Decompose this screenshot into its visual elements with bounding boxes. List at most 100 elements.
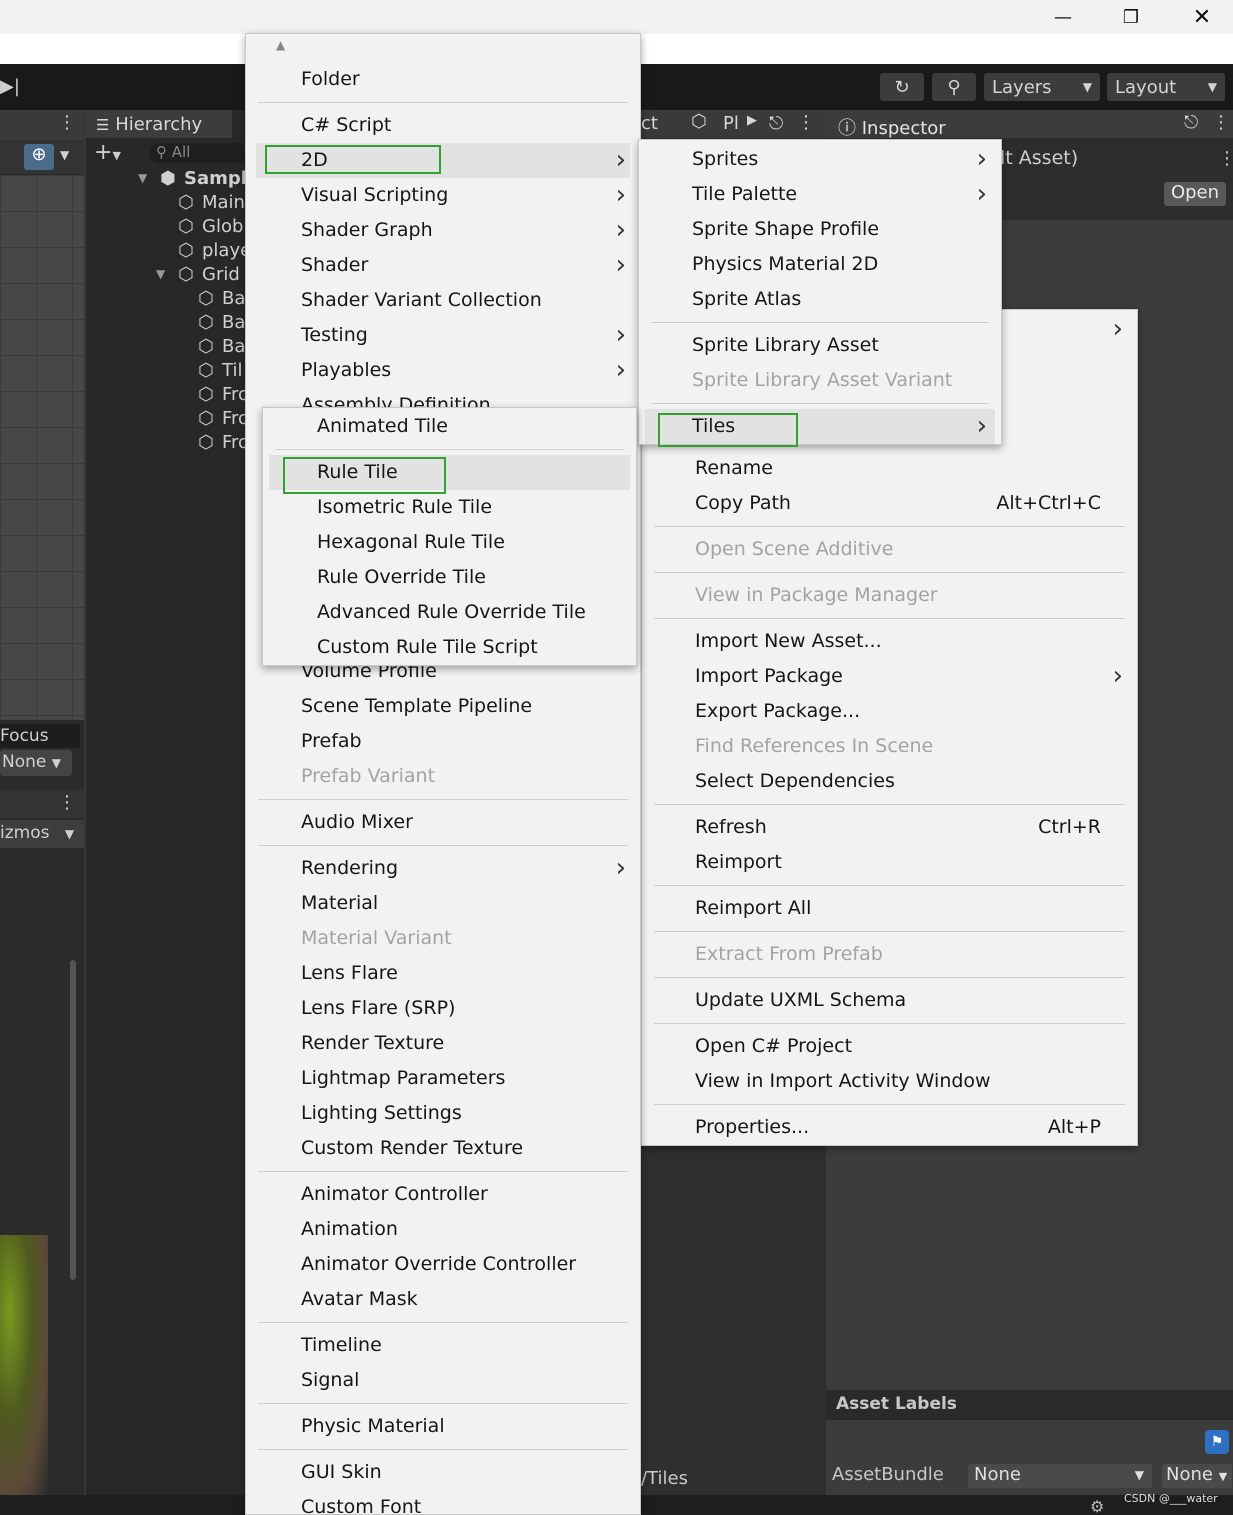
- tab-package-label[interactable]: Pl: [723, 113, 739, 134]
- menu-item-rename[interactable]: Rename: [642, 451, 1137, 486]
- menu-item-avatar-mask[interactable]: Avatar Mask: [246, 1282, 640, 1317]
- hierarchy-item[interactable]: ▼ ⬡ Grid: [86, 264, 246, 288]
- menu-item-export-package[interactable]: Export Package...: [642, 694, 1137, 729]
- menu-item-sprite-atlas[interactable]: Sprite Atlas: [639, 282, 1001, 317]
- more-icon[interactable]: ⋮: [58, 112, 76, 133]
- more-icon[interactable]: ⋮: [58, 792, 76, 813]
- menu-item-animator-controller[interactable]: Animator Controller: [246, 1177, 640, 1212]
- menu-item-sprite-shape-profile[interactable]: Sprite Shape Profile: [639, 212, 1001, 247]
- gizmo-icon[interactable]: ⊕: [24, 144, 54, 170]
- hierarchy-item[interactable]: ⬡ Til: [86, 360, 246, 384]
- menu-item-reimport[interactable]: Reimport: [642, 845, 1137, 880]
- hierarchy-item[interactable]: ⬡ Fro: [86, 432, 246, 456]
- chevron-down-icon[interactable]: ▼: [60, 148, 69, 162]
- menu-item-signal[interactable]: Signal: [246, 1363, 640, 1398]
- menu-item-select-dependencies[interactable]: Select Dependencies: [642, 764, 1137, 799]
- menu-item-advanced-rule-override-tile[interactable]: Advanced Rule Override Tile: [263, 595, 636, 630]
- menu-item-reimport-all[interactable]: Reimport All: [642, 891, 1137, 926]
- search-icon[interactable]: ⚲: [932, 73, 976, 101]
- hierarchy-item[interactable]: ▼ ⬢ Sample: [86, 168, 246, 192]
- menu-item-lens-flare[interactable]: Lens Flare: [246, 956, 640, 991]
- menu-item-tiles[interactable]: Tiles ›: [639, 409, 1001, 444]
- close-icon[interactable]: ✕: [1172, 0, 1232, 34]
- more-icon[interactable]: ⋮: [1218, 148, 1233, 169]
- tag-icon[interactable]: ⚑: [1205, 1430, 1229, 1454]
- variant-dropdown[interactable]: None ▼: [1162, 1464, 1232, 1488]
- assetbundle-dropdown[interactable]: None ▼: [968, 1464, 1152, 1488]
- menu-item-scene-template-pipeline[interactable]: Scene Template Pipeline: [246, 689, 640, 724]
- more-icon[interactable]: ⋮: [1212, 112, 1230, 133]
- menu-item-testing[interactable]: Testing ›: [246, 318, 640, 353]
- menu-item-isometric-rule-tile[interactable]: Isometric Rule Tile: [263, 490, 636, 525]
- tab-inspector[interactable]: ⓘ Inspector: [826, 110, 966, 139]
- tab-hierarchy[interactable]: ☰ Hierarchy: [86, 110, 232, 138]
- menu-item-update-uxml-schema[interactable]: Update UXML Schema: [642, 983, 1137, 1018]
- chevron-down-icon[interactable]: ▼: [138, 171, 147, 185]
- menu-item-import-package[interactable]: Import Package ›: [642, 659, 1137, 694]
- menu-item-rule-tile[interactable]: Rule Tile: [263, 455, 636, 490]
- menu-item-animator-override-controller[interactable]: Animator Override Controller: [246, 1247, 640, 1282]
- menu-item-visual-scripting[interactable]: Visual Scripting ›: [246, 178, 640, 213]
- menu-item-sprites[interactable]: Sprites ›: [639, 142, 1001, 177]
- history-icon[interactable]: ↻: [880, 73, 924, 101]
- menu-item-view-in-import-activity-window[interactable]: View in Import Activity Window: [642, 1064, 1137, 1099]
- menu-item-animated-tile[interactable]: Animated Tile: [263, 409, 636, 444]
- open-button[interactable]: Open: [1164, 182, 1226, 206]
- menu-item-lightmap-parameters[interactable]: Lightmap Parameters: [246, 1061, 640, 1096]
- menu-item-copy-path[interactable]: Copy Path Alt+Ctrl+C: [642, 486, 1137, 521]
- hierarchy-item[interactable]: ⬡ Ba: [86, 312, 246, 336]
- add-icon[interactable]: +▼: [94, 140, 121, 165]
- menu-item-physics-material-2d[interactable]: Physics Material 2D: [639, 247, 1001, 282]
- menu-item-lighting-settings[interactable]: Lighting Settings: [246, 1096, 640, 1131]
- chevron-right-icon[interactable]: ▶: [747, 113, 757, 128]
- hierarchy-search-input[interactable]: ⚲ All: [150, 143, 246, 163]
- menu-item-animation[interactable]: Animation: [246, 1212, 640, 1247]
- menu-item-material[interactable]: Material: [246, 886, 640, 921]
- step-icon[interactable]: ▶|: [0, 76, 20, 97]
- hierarchy-item[interactable]: ⬡ Fro: [86, 408, 246, 432]
- scrollbar[interactable]: [70, 960, 76, 1280]
- menu-item-tile-palette[interactable]: Tile Palette ›: [639, 177, 1001, 212]
- menu-item-gui-skin[interactable]: GUI Skin: [246, 1455, 640, 1490]
- minimize-icon[interactable]: —: [1033, 0, 1093, 34]
- menu-item-refresh[interactable]: Refresh Ctrl+R: [642, 810, 1137, 845]
- menu-item-custom-render-texture[interactable]: Custom Render Texture: [246, 1131, 640, 1166]
- menu-item-audio-mixer[interactable]: Audio Mixer: [246, 805, 640, 840]
- lock-icon[interactable]: ⎋: [1184, 112, 1198, 133]
- more-icon[interactable]: ⋮: [797, 112, 815, 133]
- menu-item-2d[interactable]: 2D ›: [246, 143, 640, 178]
- gizmos-dropdown[interactable]: izmos ▼: [0, 820, 84, 848]
- hierarchy-item[interactable]: ⬡ Main: [86, 192, 246, 216]
- menu-item-shader-graph[interactable]: Shader Graph ›: [246, 213, 640, 248]
- scroll-up-arrow[interactable]: ▲: [246, 34, 640, 62]
- menu-item-physic-material[interactable]: Physic Material: [246, 1409, 640, 1444]
- scene-grid[interactable]: [0, 175, 84, 720]
- tab-project[interactable]: ct: [641, 113, 658, 134]
- layers-dropdown[interactable]: Layers ▼: [984, 73, 1100, 101]
- menu-item-custom-rule-tile-script[interactable]: Custom Rule Tile Script: [263, 630, 636, 665]
- menu-item-render-texture[interactable]: Render Texture: [246, 1026, 640, 1061]
- menu-item-c-script[interactable]: C# Script: [246, 108, 640, 143]
- menu-item-prefab[interactable]: Prefab: [246, 724, 640, 759]
- hierarchy-item[interactable]: ⬡ Ba: [86, 336, 246, 360]
- hierarchy-item[interactable]: ⬡ Ba: [86, 288, 246, 312]
- chevron-down-icon[interactable]: ▼: [156, 267, 165, 281]
- menu-item-lens-flare-srp[interactable]: Lens Flare (SRP): [246, 991, 640, 1026]
- layout-dropdown[interactable]: Layout ▼: [1107, 73, 1225, 101]
- menu-item-folder[interactable]: Folder: [246, 62, 640, 97]
- menu-item-custom-font[interactable]: Custom Font: [246, 1490, 640, 1515]
- menu-item-playables[interactable]: Playables ›: [246, 353, 640, 388]
- menu-item-rule-override-tile[interactable]: Rule Override Tile: [263, 560, 636, 595]
- hierarchy-item[interactable]: ⬡ Fro: [86, 384, 246, 408]
- menu-item-shader[interactable]: Shader ›: [246, 248, 640, 283]
- hierarchy-item[interactable]: ⬡ playe: [86, 240, 246, 264]
- menu-item-open-c-project[interactable]: Open C# Project: [642, 1029, 1137, 1064]
- hierarchy-item[interactable]: ⬡ Glob: [86, 216, 246, 240]
- focus-dropdown[interactable]: None ▼: [0, 750, 72, 776]
- menu-item-timeline[interactable]: Timeline: [246, 1328, 640, 1363]
- menu-item-sprite-library-asset[interactable]: Sprite Library Asset: [639, 328, 1001, 363]
- restore-icon[interactable]: ❐: [1101, 0, 1161, 34]
- lock-icon[interactable]: ⎋: [769, 113, 783, 134]
- menu-item-properties[interactable]: Properties... Alt+P: [642, 1110, 1137, 1145]
- menu-item-import-new-asset[interactable]: Import New Asset...: [642, 624, 1137, 659]
